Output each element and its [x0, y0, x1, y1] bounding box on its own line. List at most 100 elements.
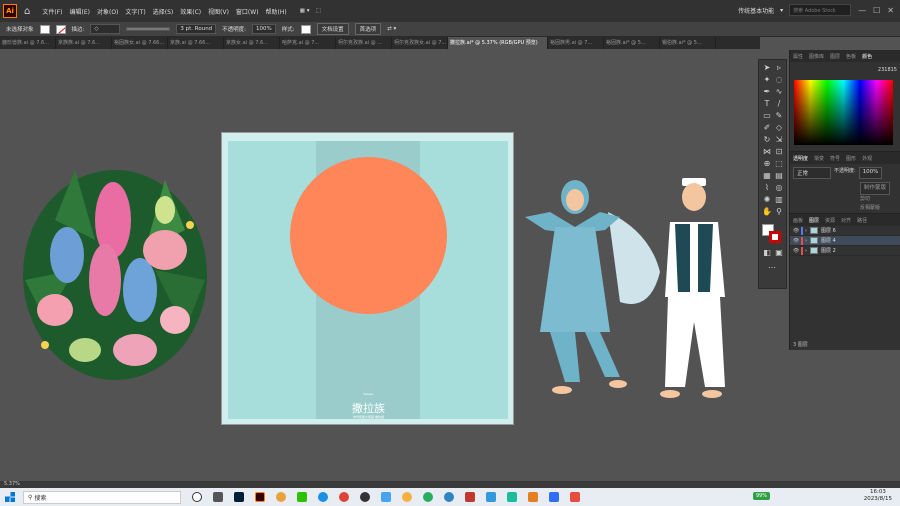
- qq-icon[interactable]: [360, 492, 370, 502]
- doc-tab[interactable]: 哈萨克.ai @ 7...: [280, 37, 336, 49]
- chevron-right-icon[interactable]: ›: [805, 248, 807, 254]
- eyedropper-icon[interactable]: ⌇: [762, 183, 772, 192]
- app-icon[interactable]: [528, 492, 538, 502]
- menu-help[interactable]: 帮助(H): [266, 7, 287, 16]
- edge-icon[interactable]: [318, 492, 328, 502]
- hand-tool-icon[interactable]: ✋: [762, 207, 772, 216]
- layer-name[interactable]: 图层 4: [821, 237, 836, 244]
- lasso-icon[interactable]: ◌: [774, 75, 784, 84]
- preferences-button[interactable]: 首选项: [354, 23, 382, 35]
- stock-search-input[interactable]: 搜索 Adobe Stock: [789, 4, 852, 16]
- artboard[interactable]: Salazu 撒拉族 中华民族大家庭·撒拉族: [221, 132, 514, 425]
- illustrator-icon[interactable]: [255, 492, 265, 502]
- stroke-weight-field[interactable]: ◇: [90, 24, 121, 34]
- zoom-tool-icon[interactable]: ⚲: [774, 207, 784, 216]
- menu-window[interactable]: 窗口(W): [236, 7, 259, 16]
- rotate-icon[interactable]: ↻: [762, 135, 772, 144]
- app-icon[interactable]: [276, 492, 286, 502]
- chevron-down-icon[interactable]: ▾: [780, 7, 783, 14]
- rectangle-tool-icon[interactable]: ▭: [762, 111, 772, 120]
- clock[interactable]: 16:03 2023/8/15: [864, 489, 892, 503]
- tab-appearance[interactable]: 外观: [862, 155, 872, 162]
- mesh-icon[interactable]: ▦: [762, 171, 772, 180]
- make-mask-button[interactable]: 制作蒙版: [860, 182, 891, 195]
- gradient-icon[interactable]: ▤: [774, 171, 784, 180]
- tab-color[interactable]: 颜色: [862, 53, 872, 60]
- graph-icon[interactable]: ▥: [774, 195, 784, 204]
- scale-icon[interactable]: ⇲: [774, 135, 784, 144]
- edit-toolbar-icon[interactable]: ⋯: [767, 263, 777, 272]
- tab-gradient[interactable]: 渐变: [814, 155, 824, 162]
- layer-row[interactable]: 👁 › 图层 6: [790, 226, 900, 236]
- menu-edit[interactable]: 编辑(E): [70, 7, 90, 16]
- chevron-right-icon[interactable]: ›: [805, 238, 807, 244]
- chevron-right-icon[interactable]: ›: [805, 228, 807, 234]
- doc-tab[interactable]: 京族.ai @ 7.66...: [168, 37, 224, 49]
- menu-select[interactable]: 选择(S): [153, 7, 174, 16]
- tab-transparency[interactable]: 透明度: [793, 155, 808, 162]
- app-icon[interactable]: [549, 492, 559, 502]
- menu-object[interactable]: 对象(O): [97, 7, 118, 16]
- file-explorer-icon[interactable]: [213, 492, 223, 502]
- doc-tab[interactable]: 裕固族.ai* @ 5...: [604, 37, 660, 49]
- tab-graphic-styles[interactable]: 图形: [846, 155, 856, 162]
- task-view-icon[interactable]: [192, 492, 202, 502]
- transparency-opacity-field[interactable]: 100%: [858, 167, 883, 179]
- tab-layers[interactable]: 图层: [809, 217, 819, 224]
- layer-name[interactable]: 图层 2: [821, 247, 836, 254]
- tab-assets[interactable]: 资源: [825, 217, 835, 224]
- doc-tab[interactable]: 柯尔克孜族女.ai @ 7...: [392, 37, 448, 49]
- variable-width-field[interactable]: [126, 27, 171, 31]
- symbol-sprayer-icon[interactable]: ✺: [762, 195, 772, 204]
- blend-icon[interactable]: ◎: [774, 183, 784, 192]
- arrange-icon[interactable]: ▦ ▾: [300, 8, 310, 14]
- chrome-icon[interactable]: [339, 492, 349, 502]
- app-icon[interactable]: [486, 492, 496, 502]
- opacity-field[interactable]: 100%: [252, 24, 276, 34]
- windows-start-icon[interactable]: [5, 492, 15, 502]
- direct-selection-tool-icon[interactable]: ▹: [774, 63, 784, 72]
- app-icon[interactable]: [465, 492, 475, 502]
- layer-name[interactable]: 图层 6: [821, 227, 836, 234]
- invert-mask-checkbox[interactable]: 反相蒙版: [860, 204, 900, 213]
- width-tool-icon[interactable]: ⋈: [762, 147, 772, 156]
- tab-pathfinder[interactable]: 路径: [857, 217, 867, 224]
- pen-tool-icon[interactable]: ✒: [762, 87, 772, 96]
- pencil-icon[interactable]: ✐: [762, 123, 772, 132]
- brush-definition-select[interactable]: 3 pt. Round: [176, 24, 217, 34]
- graphic-style-swatch[interactable]: [300, 24, 311, 34]
- menu-file[interactable]: 文件(F): [42, 7, 62, 16]
- tab-layers-top[interactable]: 图层: [830, 53, 840, 60]
- shape-builder-icon[interactable]: ⊕: [762, 159, 772, 168]
- draw-mode-icon[interactable]: ◧: [762, 248, 772, 257]
- eye-icon[interactable]: 👁: [793, 228, 801, 234]
- curvature-icon[interactable]: ∿: [774, 87, 784, 96]
- wechat-icon[interactable]: [297, 492, 307, 502]
- hex-value[interactable]: 231815: [878, 67, 897, 73]
- doc-tab[interactable]: 裕固族女.ai @ 7.66...: [112, 37, 168, 49]
- free-transform-icon[interactable]: ⊡: [774, 147, 784, 156]
- doc-tab[interactable]: 鹿珍兽族.ai @ 7.6...: [0, 37, 56, 49]
- sun-circle[interactable]: [290, 157, 447, 314]
- app-icon[interactable]: [570, 492, 580, 502]
- type-tool-icon[interactable]: T: [762, 99, 772, 108]
- menu-type[interactable]: 文字(T): [125, 7, 145, 16]
- screen-mode-icon[interactable]: ▣: [774, 248, 784, 257]
- selection-tool-icon[interactable]: ➤: [762, 63, 772, 72]
- tab-align[interactable]: 对齐: [841, 217, 851, 224]
- blend-mode-select[interactable]: 正常: [793, 167, 831, 179]
- battery-indicator[interactable]: 99%: [752, 492, 770, 500]
- gpu-icon[interactable]: ⬚: [315, 8, 320, 14]
- app-icon[interactable]: [402, 492, 412, 502]
- perspective-icon[interactable]: ⬚: [774, 159, 784, 168]
- close-icon[interactable]: ✕: [887, 6, 894, 15]
- app-icon[interactable]: [507, 492, 517, 502]
- photoshop-icon[interactable]: [234, 492, 244, 502]
- tab-image-library[interactable]: 图像库: [809, 53, 824, 60]
- menu-effect[interactable]: 效果(C): [180, 7, 201, 16]
- line-tool-icon[interactable]: /: [774, 99, 784, 108]
- fill-swatch[interactable]: [39, 24, 50, 34]
- transform-icon[interactable]: ⇄ ▾: [387, 26, 396, 32]
- paintbrush-icon[interactable]: ✎: [774, 111, 784, 120]
- layer-row[interactable]: 👁 › 图层 2: [790, 246, 900, 256]
